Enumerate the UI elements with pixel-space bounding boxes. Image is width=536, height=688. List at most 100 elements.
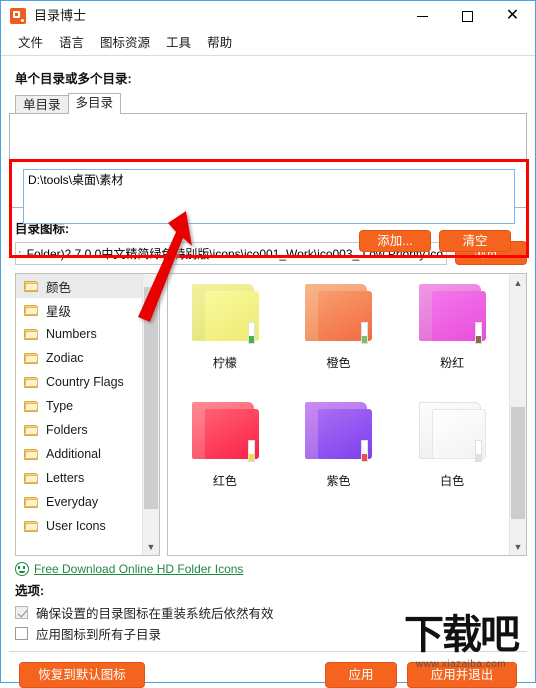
scrollbar-thumb[interactable] <box>511 407 525 519</box>
icon-caption: 粉红 <box>440 356 465 370</box>
icon-grid-panel: 柠檬 橙色 粉红 红色 紫色 白色 ▲ ▼ <box>167 273 527 556</box>
maximize-icon <box>462 10 473 22</box>
category-item-type[interactable]: Type <box>16 394 142 418</box>
folder-icon <box>24 400 39 412</box>
folder-icon <box>24 304 39 316</box>
folder-preview-icon <box>302 400 374 466</box>
folder-icon <box>24 376 39 388</box>
chevron-down-icon[interactable]: ▼ <box>143 538 159 555</box>
icon-item-purple[interactable]: 紫色 <box>282 400 396 518</box>
category-item-stars[interactable]: 星级 <box>16 298 142 322</box>
folder-preview-icon <box>189 282 261 348</box>
directory-tabs: 单目录 多目录 <box>15 93 527 114</box>
category-list: 颜色 星级 Numbers Zodiac Country Flags Type … <box>15 273 160 556</box>
icon-item-lemon[interactable]: 柠檬 <box>168 282 282 400</box>
category-item-user-icons[interactable]: User Icons <box>16 514 142 538</box>
folder-icon <box>24 472 39 484</box>
category-item-additional[interactable]: Additional <box>16 442 142 466</box>
icon-item-pink[interactable]: 粉红 <box>395 282 509 400</box>
category-list-scroll-area: 颜色 星级 Numbers Zodiac Country Flags Type … <box>16 274 142 555</box>
folder-tag <box>475 440 483 462</box>
directory-actions: 添加... 清空 <box>359 230 511 252</box>
option-label: 确保设置的目录图标在重装系统后依然有效 <box>36 607 274 621</box>
watermark-url: www.xiazaiba.com <box>415 659 507 670</box>
watermark-text: 下载吧 <box>404 612 520 658</box>
category-item-colors[interactable]: 颜色 <box>16 274 142 298</box>
folder-tag <box>361 440 369 462</box>
restore-default-icon-button[interactable]: 恢复到默认图标 <box>19 662 145 688</box>
folder-icon <box>24 352 39 364</box>
folder-icon <box>24 448 39 460</box>
folder-preview-icon <box>189 400 261 466</box>
application-window: 目录博士 ✕ 文件 语言 图标资源 工具 帮助 单个目录或多个目录: 单目录 多… <box>0 0 536 688</box>
close-icon: ✕ <box>505 7 520 24</box>
menu-item-help[interactable]: 帮助 <box>199 31 240 55</box>
folder-icon <box>24 328 39 340</box>
clear-directories-button[interactable]: 清空 <box>439 230 511 252</box>
directories-section-label: 单个目录或多个目录: <box>15 72 132 86</box>
icon-caption: 柠檬 <box>212 356 237 370</box>
icon-caption: 橙色 <box>326 356 351 370</box>
chevron-down-icon[interactable]: ▼ <box>510 538 526 555</box>
category-label: User Icons <box>46 519 106 533</box>
directory-list-input[interactable] <box>23 169 515 224</box>
category-label: Type <box>46 399 74 413</box>
folder-tag <box>361 322 369 344</box>
folder-preview-icon <box>416 282 488 348</box>
main-content: 单个目录或多个目录: 单目录 多目录 添加... 清空 目录图标: 浏览... … <box>1 56 535 556</box>
category-label: 星级 <box>46 304 72 319</box>
category-item-folders[interactable]: Folders <box>16 418 142 442</box>
category-label: Zodiac <box>46 351 84 365</box>
icon-caption: 白色 <box>440 474 465 488</box>
folder-tag <box>247 322 255 344</box>
scrollbar-thumb[interactable] <box>144 287 158 509</box>
category-label: 颜色 <box>46 280 72 295</box>
category-item-zodiac[interactable]: Zodiac <box>16 346 142 370</box>
icon-caption: 红色 <box>212 474 237 488</box>
tab-single-directory[interactable]: 单目录 <box>15 95 69 114</box>
category-item-everyday[interactable]: Everyday <box>16 490 142 514</box>
folder-icon <box>24 280 39 292</box>
minimize-button[interactable] <box>400 1 445 31</box>
category-label: Additional <box>46 447 101 461</box>
add-directory-button[interactable]: 添加... <box>359 230 431 252</box>
minimize-icon <box>417 15 428 17</box>
download-icons-link-text: Free Download Online HD Folder Icons <box>34 562 244 576</box>
icon-grid: 柠檬 橙色 粉红 红色 紫色 白色 <box>168 274 509 555</box>
icon-grid-scrollbar[interactable]: ▲ ▼ <box>509 274 526 555</box>
download-icons-link[interactable]: Free Download Online HD Folder Icons <box>15 562 527 576</box>
category-label: Numbers <box>46 327 97 341</box>
chevron-up-icon[interactable]: ▲ <box>510 274 526 291</box>
category-list-scrollbar[interactable]: ▼ <box>142 274 159 555</box>
menu-item-language[interactable]: 语言 <box>51 31 92 55</box>
folder-icon <box>24 520 39 532</box>
smiley-icon <box>15 562 29 576</box>
menu-bar: 文件 语言 图标资源 工具 帮助 <box>1 31 535 56</box>
close-button[interactable]: ✕ <box>490 1 535 31</box>
checkbox-persist-icons[interactable] <box>15 606 28 619</box>
maximize-button[interactable] <box>445 1 490 31</box>
menu-item-file[interactable]: 文件 <box>10 31 51 55</box>
folder-preview-icon <box>416 400 488 466</box>
window-title: 目录博士 <box>34 8 87 23</box>
folder-preview-icon <box>302 282 374 348</box>
icon-item-red[interactable]: 红色 <box>168 400 282 518</box>
category-label: Letters <box>46 471 85 485</box>
icon-browser: 颜色 星级 Numbers Zodiac Country Flags Type … <box>15 273 527 556</box>
category-item-country-flags[interactable]: Country Flags <box>16 370 142 394</box>
icon-item-white[interactable]: 白色 <box>395 400 509 518</box>
folder-doctor-icon <box>10 8 26 24</box>
window-controls: ✕ <box>400 1 535 31</box>
site-watermark: 下载吧 www.xiazaiba.com <box>386 611 536 683</box>
category-item-numbers[interactable]: Numbers <box>16 322 142 346</box>
checkbox-apply-subfolders[interactable] <box>15 627 28 640</box>
icon-item-orange[interactable]: 橙色 <box>282 282 396 400</box>
category-item-letters[interactable]: Letters <box>16 466 142 490</box>
options-label: 选项: <box>15 584 45 598</box>
tab-multi-directory[interactable]: 多目录 <box>67 93 122 114</box>
category-label: Folders <box>46 423 88 437</box>
category-label: Country Flags <box>46 375 124 389</box>
menu-item-tools[interactable]: 工具 <box>158 31 199 55</box>
folder-icon <box>24 424 39 436</box>
menu-item-icon-resources[interactable]: 图标资源 <box>92 31 158 55</box>
